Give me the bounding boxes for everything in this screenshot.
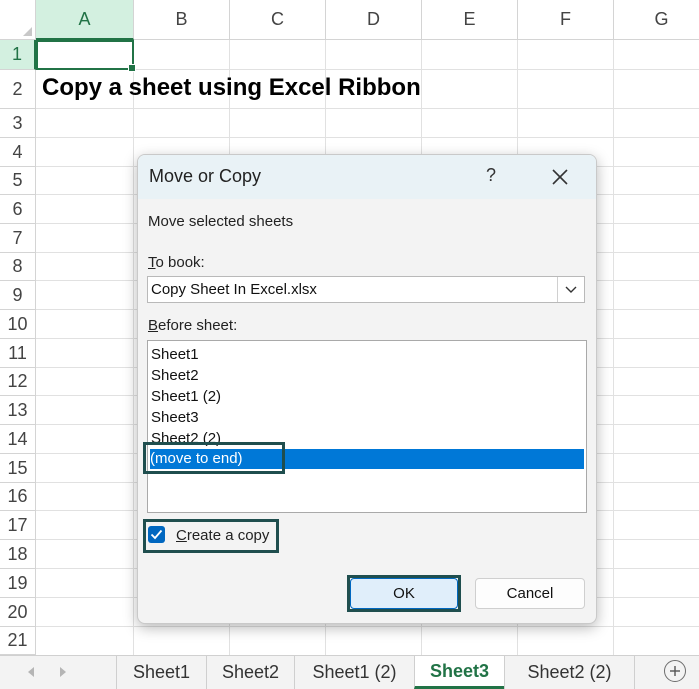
column-header-e[interactable]: E	[422, 0, 518, 40]
column-header-g[interactable]: G	[614, 0, 699, 40]
tab-sheet1[interactable]: Sheet1	[116, 656, 206, 689]
scroll-tabs-left-button[interactable]	[24, 664, 38, 680]
chevron-down-icon	[565, 286, 577, 293]
gridline	[36, 626, 699, 627]
column-header-a[interactable]: A	[36, 0, 134, 40]
tab-sheet2[interactable]: Sheet2	[206, 656, 294, 689]
list-item[interactable]: Sheet3	[151, 408, 583, 428]
tab-sheet2-2[interactable]: Sheet2 (2)	[504, 656, 634, 689]
row-header-9[interactable]: 9	[0, 281, 36, 310]
to-book-dropdown-button[interactable]	[557, 277, 584, 302]
row-header-5[interactable]: 5	[0, 167, 36, 195]
tab-divider	[634, 656, 635, 689]
scroll-tabs-right-button[interactable]	[56, 664, 70, 680]
gridline	[613, 40, 614, 655]
close-icon	[552, 169, 568, 185]
row-header-10[interactable]: 10	[0, 310, 36, 339]
close-button[interactable]	[544, 163, 576, 191]
row-header-13[interactable]: 13	[0, 396, 36, 425]
column-header-f[interactable]: F	[518, 0, 614, 40]
row-header-1[interactable]: 1	[0, 40, 36, 70]
active-cell-a1[interactable]	[36, 40, 136, 72]
sheet-tab-bar: Sheet1 Sheet2 Sheet1 (2) Sheet3 Sheet2 (…	[0, 655, 699, 689]
select-all-corner[interactable]	[0, 0, 36, 40]
gridline	[133, 40, 134, 655]
row-header-18[interactable]: 18	[0, 540, 36, 569]
row-header-12[interactable]: 12	[0, 368, 36, 396]
row-header-11[interactable]: 11	[0, 339, 36, 368]
move-selected-sheets-label: Move selected sheets	[148, 213, 294, 230]
to-book-value: Copy Sheet In Excel.xlsx	[151, 281, 317, 298]
to-book-dropdown[interactable]: Copy Sheet In Excel.xlsx	[147, 276, 585, 303]
row-header-4[interactable]: 4	[0, 138, 36, 167]
list-item[interactable]: Sheet2	[151, 366, 583, 386]
row-header-15[interactable]: 15	[0, 454, 36, 483]
row-header-19[interactable]: 19	[0, 569, 36, 598]
row-header-6[interactable]: 6	[0, 195, 36, 224]
before-sheet-label-text: efore sheet:	[158, 317, 238, 334]
before-sheet-label: Before sheet:	[148, 317, 237, 334]
to-book-accelerator: T	[148, 254, 156, 271]
new-sheet-button[interactable]	[664, 660, 686, 682]
highlight-box-move-to-end	[143, 442, 285, 474]
row-header-14[interactable]: 14	[0, 425, 36, 454]
row-header-16[interactable]: 16	[0, 483, 36, 511]
to-book-label-text: o book:	[155, 254, 205, 271]
cancel-button[interactable]: Cancel	[475, 578, 585, 609]
tab-sheet3[interactable]: Sheet3	[414, 656, 504, 689]
chevron-right-icon	[60, 667, 66, 677]
highlight-box-ok	[347, 575, 461, 612]
highlight-box-create-copy	[143, 519, 279, 553]
row-header-7[interactable]: 7	[0, 224, 36, 253]
tab-sheet1-2[interactable]: Sheet1 (2)	[294, 656, 414, 689]
row-header-8[interactable]: 8	[0, 253, 36, 281]
dialog-title: Move or Copy	[149, 166, 262, 186]
column-header-d[interactable]: D	[326, 0, 422, 40]
cell-a2-title[interactable]: Copy a sheet using Excel Ribbon	[42, 74, 421, 102]
row-header-3[interactable]: 3	[0, 109, 36, 138]
move-or-copy-dialog: Move or Copy ? Move selected sheets To b…	[137, 154, 597, 624]
help-button[interactable]: ?	[478, 165, 504, 189]
plus-icon	[670, 666, 680, 676]
list-item[interactable]: Sheet1	[151, 345, 583, 365]
gridline	[36, 108, 699, 109]
before-sheet-listbox[interactable]: Sheet1 Sheet2 Sheet1 (2) Sheet3 Sheet2 (…	[147, 340, 587, 513]
column-header-b[interactable]: B	[134, 0, 230, 40]
row-header-21[interactable]: 21	[0, 627, 36, 655]
gridline	[36, 137, 699, 138]
before-sheet-accelerator: B	[148, 317, 159, 334]
to-book-label: To book:	[148, 254, 205, 271]
row-header-2[interactable]: 2	[0, 70, 36, 109]
dialog-titlebar[interactable]: Move or Copy ?	[138, 155, 596, 199]
chevron-left-icon	[28, 667, 34, 677]
list-item[interactable]: Sheet1 (2)	[151, 387, 583, 407]
column-header-c[interactable]: C	[230, 0, 326, 40]
row-header-20[interactable]: 20	[0, 598, 36, 627]
row-header-17[interactable]: 17	[0, 511, 36, 540]
